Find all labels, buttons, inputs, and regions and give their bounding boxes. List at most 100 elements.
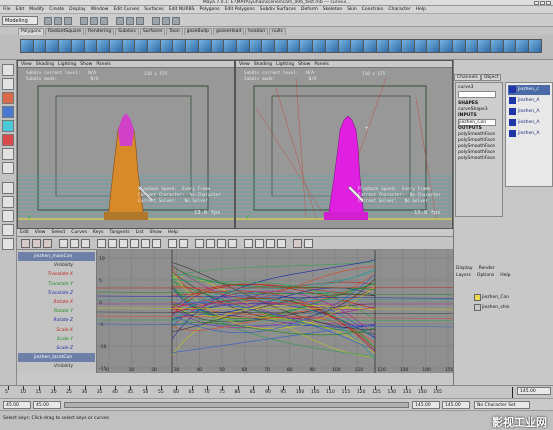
swap-buffer-curve-icon[interactable]	[179, 239, 188, 248]
menu-help[interactable]: Help	[416, 7, 426, 12]
graph-editor-menu-help[interactable]: Help	[168, 230, 178, 235]
current-frame-field[interactable]: 145.00	[517, 387, 551, 395]
flat-tangents-icon[interactable]	[130, 239, 139, 248]
open-trax-editor-icon[interactable]	[304, 239, 313, 248]
pre-infinity-cycle-icon[interactable]	[244, 239, 253, 248]
icon-list-item[interactable]: jiezhen_A	[508, 96, 550, 106]
ipr-render-icon[interactable]	[162, 17, 170, 25]
graph-editor-menu-list[interactable]: List	[136, 230, 144, 235]
menu-create[interactable]: Create	[49, 7, 64, 12]
frame-playback-range-icon[interactable]	[81, 239, 90, 248]
shelf-tab-rendering[interactable]: Rendering	[85, 28, 115, 35]
menu-skin[interactable]: Skin	[347, 7, 357, 12]
render-layers-radio[interactable]: Render	[479, 266, 495, 271]
insert-keys-tool-icon[interactable]	[32, 239, 41, 248]
outliner-attribute[interactable]: Translate X	[18, 270, 95, 279]
graph-editor-menu-curves[interactable]: Curves	[71, 230, 87, 235]
viewport-right-menu-panels[interactable]: Panels	[314, 62, 328, 67]
animation-end-field[interactable]: 145.00	[442, 401, 470, 409]
maximize-button[interactable]	[540, 1, 545, 5]
tab-channels[interactable]: Channels	[454, 74, 481, 81]
manipulator-tool-icon[interactable]	[2, 148, 14, 160]
menu-file[interactable]: File	[3, 7, 11, 12]
select-by-component-icon[interactable]	[100, 17, 108, 25]
outliner-attribute[interactable]: Scale Z	[18, 344, 95, 353]
render-icon[interactable]	[152, 17, 160, 25]
layer-row[interactable]: jiezhen_Con	[460, 293, 550, 302]
move-keys-tool-icon[interactable]	[21, 239, 30, 248]
icon-list-item[interactable]: jiezhen_A	[508, 107, 550, 117]
snap-point-icon[interactable]	[136, 17, 144, 25]
viewport-right[interactable]: View Shading Lighting Show Panels + y Subdiv…	[235, 60, 453, 229]
tab-object[interactable]: Object	[480, 74, 502, 81]
menu-character[interactable]: Character	[388, 7, 410, 12]
add-keys-tool-icon[interactable]	[43, 239, 52, 248]
time-slider[interactable]: 145.00 5 10 15 20 25 30 35 40 45 50 55 60 65 70 75 80 85…	[0, 385, 553, 398]
shelf-tab-gezeehead[interactable]: gezeeHead	[212, 28, 245, 35]
close-button[interactable]	[546, 1, 551, 5]
render-globals-icon[interactable]	[172, 17, 180, 25]
menu-edit-curves[interactable]: Edit Curves	[113, 7, 139, 12]
viewport-left-menu-shading[interactable]: Shading	[36, 62, 54, 67]
shape-name[interactable]: curveShape3	[458, 107, 488, 112]
range-slider[interactable]	[64, 402, 409, 408]
outliner-layout-icon[interactable]	[2, 224, 14, 236]
minimize-button[interactable]	[534, 1, 539, 5]
outliner-attribute[interactable]: Visibility	[18, 261, 95, 270]
shelf-tab-surfaces[interactable]: Surfaces	[139, 28, 166, 35]
post-infinity-cycle-offset-icon[interactable]	[277, 239, 286, 248]
outliner-node[interactable]: jiezhen_mainCon	[18, 252, 95, 261]
playback-end-field[interactable]: 145.00	[412, 401, 440, 409]
snap-grid-icon[interactable]	[116, 17, 124, 25]
mode-selector[interactable]: Modeling	[2, 16, 38, 25]
viewport-right-menu-show[interactable]: Show	[298, 62, 310, 67]
paint-select-icon[interactable]	[2, 92, 14, 104]
viewport-right-menu-shading[interactable]: Shading	[254, 62, 272, 67]
menu-polygons[interactable]: Polygons	[200, 7, 220, 12]
menu-edit[interactable]: Edit	[16, 7, 25, 12]
viewport-left-scene[interactable]: y	[18, 68, 234, 228]
output-node[interactable]: polySmoothFace	[458, 156, 495, 161]
outliner-attribute[interactable]: Translate Y	[18, 280, 95, 289]
input-node[interactable]: jiezhen_Con	[458, 119, 496, 126]
layers-menu[interactable]: Layers	[456, 273, 471, 278]
select-by-object-icon[interactable]	[90, 17, 98, 25]
outliner-attribute[interactable]: Visibility	[18, 362, 95, 371]
menu-edit-nurbs[interactable]: Edit NURBS	[169, 7, 195, 12]
menu-constrain[interactable]: Constrain	[362, 7, 384, 12]
menu-modify[interactable]: Modify	[29, 7, 44, 12]
display-layers-radio[interactable]: Display	[456, 266, 473, 271]
linear-tangents-icon[interactable]	[119, 239, 128, 248]
two-pane-layout-icon[interactable]	[2, 210, 14, 222]
menu-subdiv-surfaces[interactable]: Subdiv Surfaces	[260, 7, 296, 12]
outliner-attribute[interactable]: Rotate Z	[18, 316, 95, 325]
shelf-tab-gezebodp[interactable]: gezeBodp	[183, 28, 212, 35]
open-dope-sheet-icon[interactable]	[293, 239, 302, 248]
graph-editor-menu-view[interactable]: View	[35, 230, 46, 235]
graph-editor-menu-select[interactable]: Select	[51, 230, 65, 235]
move-tool-icon[interactable]	[2, 106, 14, 118]
viewport-right-menu-view[interactable]: View	[239, 62, 250, 67]
icon-list-item[interactable]: jiezhen_A	[508, 118, 550, 128]
menu-display[interactable]: Display	[69, 7, 86, 12]
shelf-tab-headan[interactable]: headan	[245, 28, 269, 35]
outliner-attribute[interactable]: Translate Z	[18, 289, 95, 298]
graph-editor-menu-keys[interactable]: Keys	[93, 230, 104, 235]
graph-editor-canvas[interactable]: 10 5 0 -5 -10 -15 0 10 20 30 40 50 60 70 80 90 100 110 120…	[97, 250, 453, 373]
shelf-tab-toon[interactable]: Toon	[166, 28, 183, 35]
four-view-layout-icon[interactable]	[2, 196, 14, 208]
lock-tangent-weight-icon[interactable]	[228, 239, 237, 248]
channel-box-object-field[interactable]	[458, 91, 496, 98]
viewport-left-menu-view[interactable]: View	[21, 62, 32, 67]
playback-start-field[interactable]: 45.00	[33, 401, 61, 409]
outliner-attribute[interactable]: Rotate X	[18, 298, 95, 307]
open-scene-icon[interactable]	[54, 17, 62, 25]
graph-editor-menu-tangents[interactable]: Tangents	[109, 230, 129, 235]
spline-tangents-icon[interactable]	[97, 239, 106, 248]
new-scene-icon[interactable]	[44, 17, 52, 25]
viewport-left[interactable]: View Shading Lighting Show Panels y Subdiv c…	[17, 60, 235, 229]
menu-edit-polygons[interactable]: Edit Polygons	[225, 7, 255, 12]
viewport-right-scene[interactable]: + y	[236, 68, 452, 228]
viewport-left-menu-lighting[interactable]: Lighting	[58, 62, 76, 67]
outliner-node[interactable]: jiezhen_locatCon	[18, 353, 95, 363]
